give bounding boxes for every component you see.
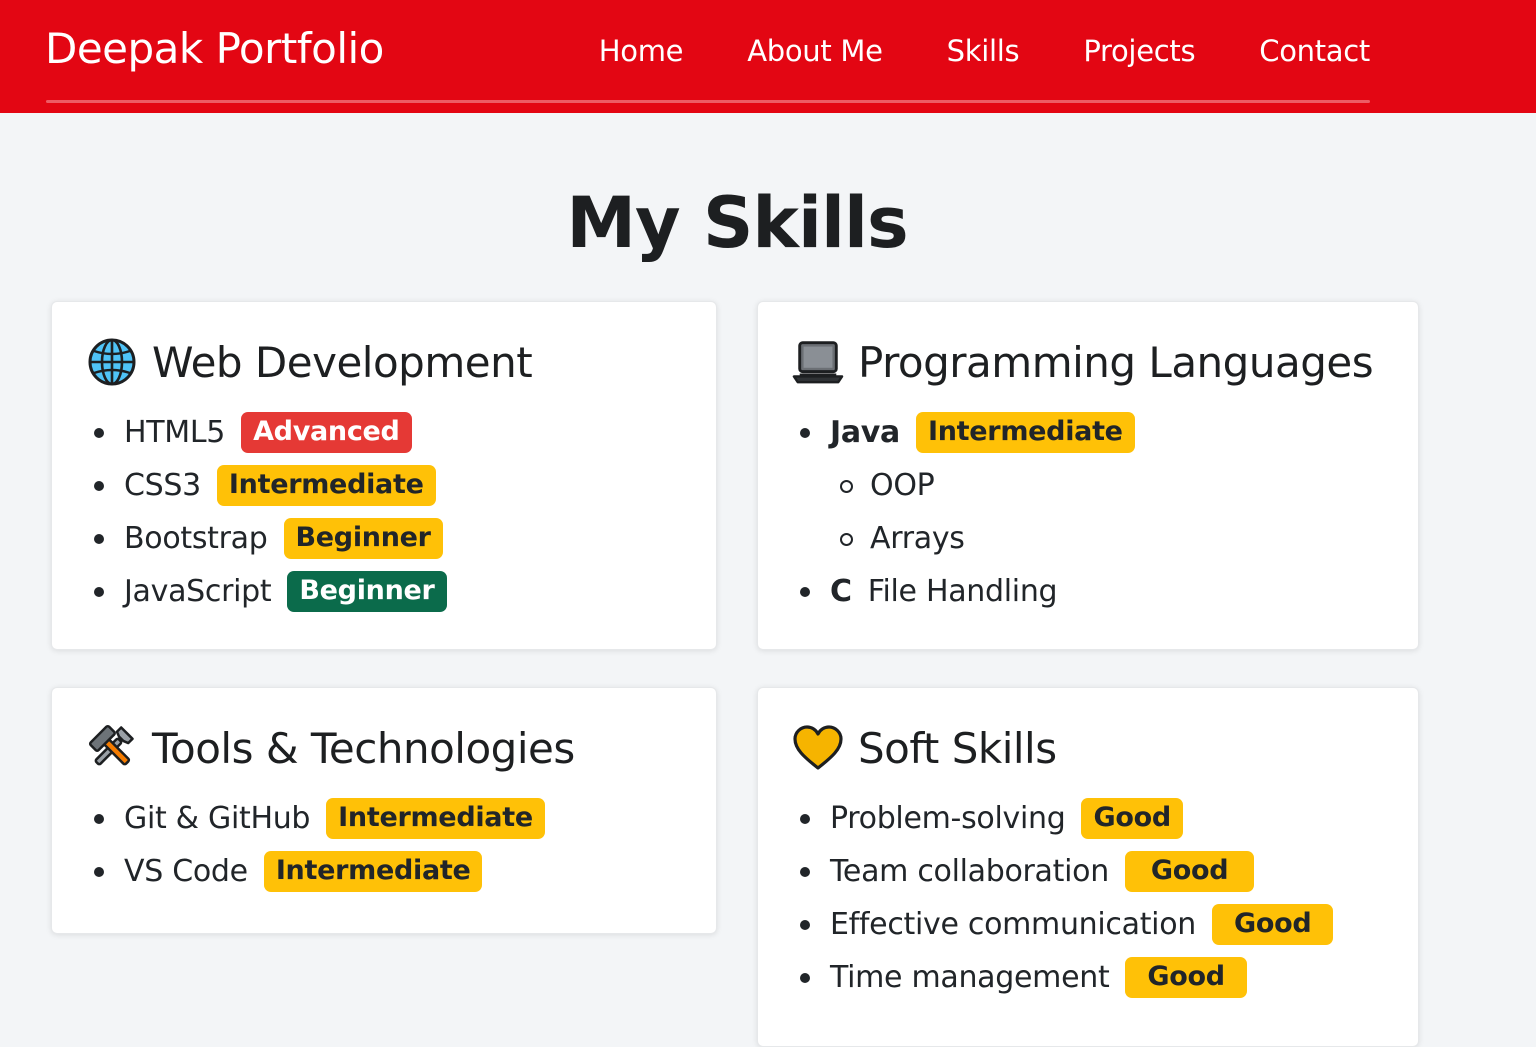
skill-label: CSS3 xyxy=(124,468,201,503)
list-item: Java Intermediate xyxy=(794,406,1135,459)
skill-label: Git & GitHub xyxy=(124,801,311,836)
nav-divider xyxy=(46,100,1370,103)
skill-list: Problem-solving Good Team collaboration … xyxy=(794,792,1334,1004)
card-header: Soft Skills xyxy=(792,722,1057,774)
list-item: Time management Good xyxy=(794,951,1333,1004)
skill-label: Bootstrap xyxy=(124,521,268,556)
level-badge: Good xyxy=(1211,904,1334,945)
page-title: My Skills xyxy=(566,182,908,264)
skill-label: Time management xyxy=(830,960,1110,995)
skill-label: HTML5 xyxy=(124,415,226,450)
list-item: JavaScript Beginner xyxy=(88,565,447,618)
level-badge: Advanced xyxy=(241,412,412,453)
skill-label: Arrays xyxy=(870,521,965,556)
nav-link-home[interactable]: Home xyxy=(599,34,684,68)
level-badge: Good xyxy=(1081,798,1183,839)
card-soft-skills: Soft Skills Problem-solving Good Team co… xyxy=(757,687,1419,1047)
laptop-icon xyxy=(792,336,844,388)
card-title: Web Development xyxy=(152,337,533,387)
globe-icon xyxy=(86,336,138,388)
level-badge: Intermediate xyxy=(263,851,483,892)
level-badge: Intermediate xyxy=(916,412,1135,453)
nav-link-skills[interactable]: Skills xyxy=(947,34,1020,68)
navbar: Deepak Portfolio Home About Me Skills Pr… xyxy=(0,0,1536,113)
sub-list-item: Arrays xyxy=(794,512,1135,565)
skill-label: Team collaboration xyxy=(830,854,1109,889)
level-badge: Beginner xyxy=(287,571,447,612)
list-item: C File Handling xyxy=(794,565,1135,618)
skill-list: Java Intermediate OOP Arrays C File Hand… xyxy=(794,406,1135,618)
nav-links: Home About Me Skills Projects Contact xyxy=(599,34,1371,68)
card-title: Programming Languages xyxy=(858,337,1374,387)
skill-label: JavaScript xyxy=(124,574,272,609)
level-badge: Intermediate xyxy=(326,798,545,839)
brand-link[interactable]: Deepak Portfolio xyxy=(45,24,384,73)
nav-link-contact[interactable]: Contact xyxy=(1259,34,1370,68)
list-item: Bootstrap Beginner xyxy=(88,512,447,565)
skill-label: Effective communication xyxy=(830,907,1196,942)
skill-label: C xyxy=(830,574,852,609)
card-tools-technologies: Tools & Technologies Git & GitHub Interm… xyxy=(51,687,717,934)
skill-label: Problem-solving xyxy=(830,801,1066,836)
list-item: CSS3 Intermediate xyxy=(88,459,447,512)
level-badge: Good xyxy=(1125,957,1247,998)
card-title: Tools & Technologies xyxy=(152,723,575,773)
card-header: Programming Languages xyxy=(792,336,1374,388)
card-header: Web Development xyxy=(86,336,533,388)
hammer-wrench-icon xyxy=(86,722,138,774)
skill-label: Java xyxy=(830,415,901,450)
level-badge: Intermediate xyxy=(216,465,436,506)
card-web-development: Web Development HTML5 Advanced CSS3 Inte… xyxy=(51,301,717,650)
sub-list-item: OOP xyxy=(794,459,1135,512)
skill-list: HTML5 Advanced CSS3 Intermediate Bootstr… xyxy=(88,406,447,618)
list-item: VS Code Intermediate xyxy=(88,845,545,898)
card-header: Tools & Technologies xyxy=(86,722,575,774)
list-item: Team collaboration Good xyxy=(794,845,1333,898)
card-title: Soft Skills xyxy=(858,723,1057,773)
level-badge: Beginner xyxy=(283,518,443,559)
skill-list: Git & GitHub Intermediate VS Code Interm… xyxy=(88,792,545,898)
card-programming-languages: Programming Languages Java Intermediate … xyxy=(757,301,1419,650)
list-item: Git & GitHub Intermediate xyxy=(88,792,545,845)
skill-detail: File Handling xyxy=(867,574,1058,609)
list-item: Problem-solving Good xyxy=(794,792,1333,845)
skill-label: OOP xyxy=(870,468,935,503)
nav-link-about[interactable]: About Me xyxy=(747,34,883,68)
heart-icon xyxy=(792,722,844,774)
nav-link-projects[interactable]: Projects xyxy=(1083,34,1195,68)
list-item: Effective communication Good xyxy=(794,898,1334,951)
level-badge: Good xyxy=(1124,851,1255,892)
skill-label: VS Code xyxy=(124,854,248,889)
list-item: HTML5 Advanced xyxy=(88,406,447,459)
